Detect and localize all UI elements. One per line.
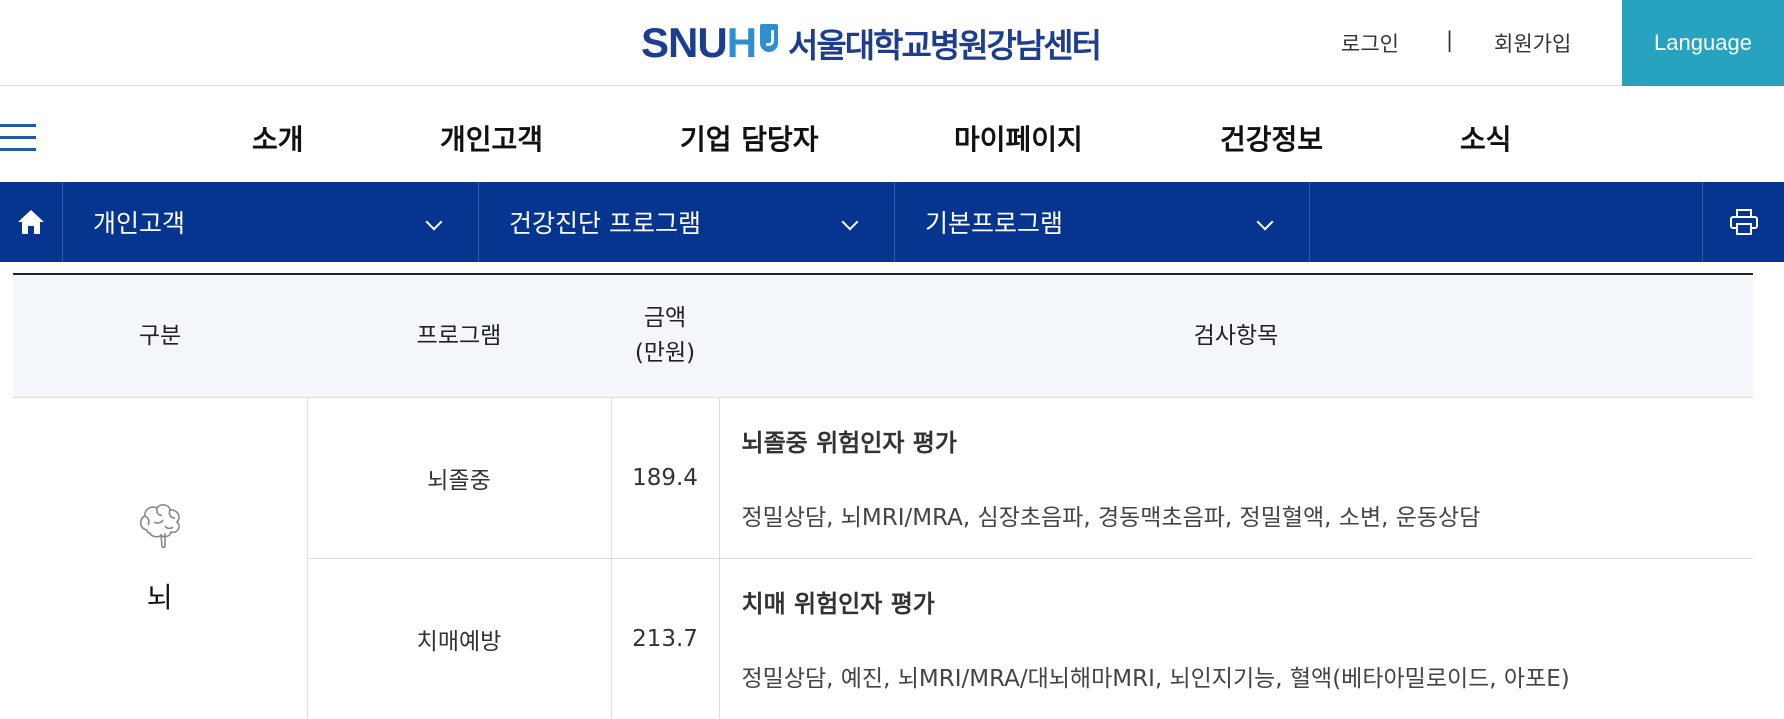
gnb-item-health-info[interactable]: 건강정보 [1220,118,1323,158]
location-dropdown-1[interactable]: 개인고객 [63,182,479,262]
header-program: 프로그램 [307,275,611,398]
hamburger-menu-icon[interactable] [0,124,36,152]
items-title: 치매 위험인자 평가 [741,590,935,618]
header-items: 검사항목 [719,275,1753,398]
header-price-line1: 금액 [643,305,687,332]
logo-h-text: H [726,19,757,66]
print-icon[interactable] [1702,182,1784,262]
chevron-down-icon [425,213,443,231]
program-price: 213.7 [610,557,720,719]
program-table: 구분 프로그램 금액 (만원) 검사항목 뇌 뇌졸중 189.4 뇌졸중 위험인… [13,273,1753,719]
program-name: 치매예방 [307,557,612,719]
brain-icon [139,504,180,549]
program-items: 뇌졸중 위험인자 평가 정밀상담, 뇌MRI/MRA, 심장초음파, 경동맥초음… [718,396,1753,559]
location-dropdown-3[interactable]: 기본프로그램 [895,182,1310,262]
items-desc: 정밀상담, 뇌MRI/MRA, 심장초음파, 경동맥초음파, 정밀혈액, 소변,… [741,505,1481,531]
login-link[interactable]: 로그인 [1341,28,1399,58]
category-label: 뇌 [146,581,173,614]
global-nav: 소개 개인고객 기업 담당자 마이페이지 건강정보 소식 [0,86,1784,182]
location-label-3: 기본프로그램 [925,209,1064,238]
gnb-item-personal[interactable]: 개인고객 [440,118,543,158]
location-label-1: 개인고객 [93,209,186,238]
chevron-down-icon [1256,213,1274,231]
join-link[interactable]: 회원가입 [1494,28,1571,58]
location-bar: 개인고객 건강진단 프로그램 기본프로그램 [0,182,1784,262]
logo-snu-text: SNU [641,19,728,66]
items-desc: 정밀상담, 예진, 뇌MRI/MRA/대뇌해마MRI, 뇌인지기능, 혈액(베타… [741,666,1570,692]
gnb-item-mypage[interactable]: 마이페이지 [954,118,1083,158]
gnb-item-corporate[interactable]: 기업 담당자 [680,118,819,158]
location-dropdown-2[interactable]: 건강진단 프로그램 [479,182,895,262]
header-category: 구분 [13,275,307,398]
language-button[interactable]: Language [1622,0,1784,86]
category-cell: 뇌 [13,396,308,719]
table-row: 뇌 뇌졸중 189.4 뇌졸중 위험인자 평가 정밀상담, 뇌MRI/MRA, … [13,396,1753,719]
util-separator: | [1446,28,1454,52]
program-items: 치매 위험인자 평가 정밀상담, 예진, 뇌MRI/MRA/대뇌해마MRI, 뇌… [718,557,1753,719]
table-header-row: 구분 프로그램 금액 (만원) 검사항목 [13,275,1753,398]
program-price: 189.4 [610,396,720,559]
header-price: 금액 (만원) [611,275,719,398]
chevron-down-icon [841,213,859,231]
header-price-line2: (만원) [634,339,696,366]
home-icon[interactable] [0,182,63,262]
items-title: 뇌졸중 위험인자 평가 [741,429,957,457]
gnb-item-news[interactable]: 소식 [1460,118,1512,158]
site-logo[interactable]: SNU H 서울대학교병원강남센터 [641,19,1102,66]
gnb-item-intro[interactable]: 소개 [252,118,304,158]
logo-hospital-name: 서울대학교병원강남센터 [788,26,1102,65]
logo-emblem-icon [760,24,779,52]
top-header: SNU H 서울대학교병원강남센터 로그인 | 회원가입 Language [0,0,1784,86]
program-name: 뇌졸중 [306,396,612,559]
location-label-2: 건강진단 프로그램 [509,209,701,238]
